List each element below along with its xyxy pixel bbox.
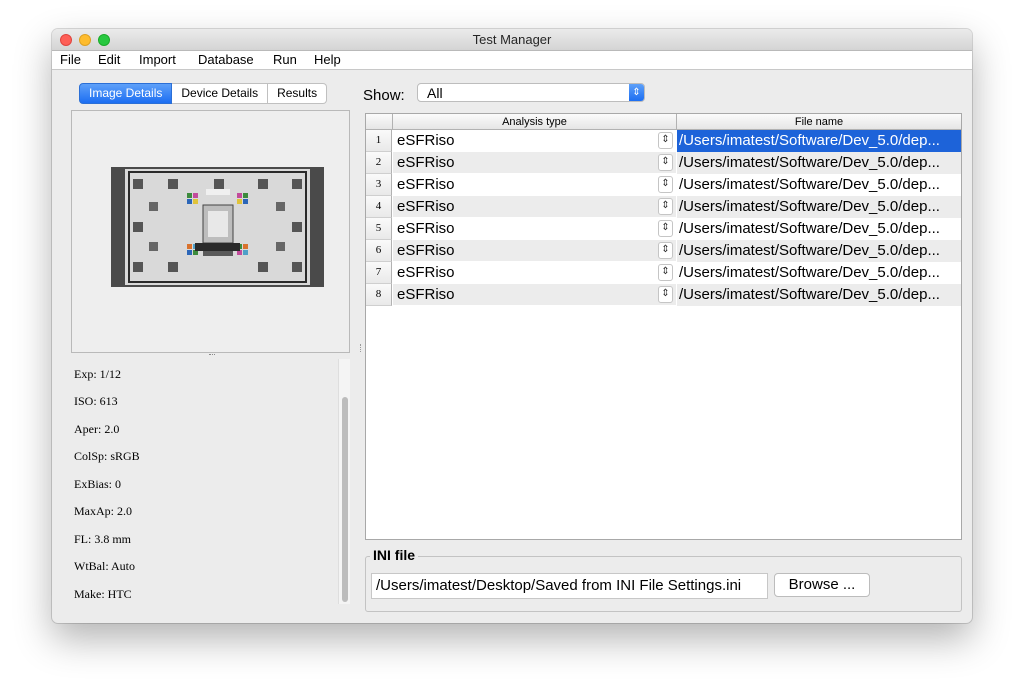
row-number[interactable]: 6 — [366, 240, 392, 262]
show-filter-value: All — [427, 85, 443, 101]
ini-file-group: INI file /Users/imatest/Desktop/Saved fr… — [365, 547, 962, 612]
file-name-cell[interactable]: /Users/imatest/Software/Dev_5.0/dep... — [677, 284, 961, 306]
file-name-value: /Users/imatest/Software/Dev_5.0/dep... — [679, 220, 940, 237]
menu-bar: File Edit Import Database Run Help — [52, 51, 972, 70]
analysis-table: Analysis type File name 1 eSFRiso ⇕ /Users/… — [365, 113, 962, 540]
row-number[interactable]: 5 — [366, 218, 392, 240]
menu-edit[interactable]: Edit — [98, 52, 120, 67]
row-number-header — [366, 114, 393, 130]
show-filter-select[interactable]: All ⇕ — [417, 83, 645, 102]
tab-device-details[interactable]: Device Details — [172, 83, 269, 104]
detail-iso: ISO: 613 — [74, 394, 118, 408]
menu-database[interactable]: Database — [198, 52, 254, 67]
chevron-up-down-icon[interactable]: ⇕ — [658, 242, 673, 259]
row-number[interactable]: 7 — [366, 262, 392, 284]
analysis-type-value: eSFRiso — [397, 220, 455, 237]
analysis-type-value: eSFRiso — [397, 242, 455, 259]
chevron-up-down-icon[interactable]: ⇕ — [658, 132, 673, 149]
file-name-cell[interactable]: /Users/imatest/Software/Dev_5.0/dep... — [677, 130, 961, 152]
file-name-value: /Users/imatest/Software/Dev_5.0/dep... — [679, 176, 940, 193]
chevron-up-down-icon[interactable]: ⇕ — [658, 176, 673, 193]
detail-make: Make: HTC — [74, 587, 132, 601]
browse-button[interactable]: Browse ... — [774, 573, 870, 597]
column-header-file-name[interactable]: File name — [677, 114, 961, 130]
file-name-value: /Users/imatest/Software/Dev_5.0/dep... — [679, 264, 940, 281]
analysis-type-cell[interactable]: eSFRiso ⇕ — [393, 174, 676, 196]
analysis-type-value: eSFRiso — [397, 154, 455, 171]
row-number[interactable]: 4 — [366, 196, 392, 218]
row-number[interactable]: 2 — [366, 152, 392, 174]
tab-results[interactable]: Results — [268, 83, 328, 104]
ini-file-title: INI file — [370, 547, 419, 563]
analysis-type-cell[interactable]: eSFRiso ⇕ — [393, 284, 676, 306]
file-name-value: /Users/imatest/Software/Dev_5.0/dep... — [679, 154, 940, 171]
analysis-type-value: eSFRiso — [397, 286, 455, 303]
details-scroll-thumb[interactable] — [342, 397, 348, 602]
detail-max-aperture: MaxAp: 2.0 — [74, 504, 132, 518]
image-details-list: Exp: 1/12 ISO: 613 Aper: 2.0 ColSp: sRGB… — [71, 359, 336, 604]
test-chart-thumbnail — [111, 167, 324, 287]
chevron-up-down-icon: ⇕ — [629, 84, 644, 101]
file-name-value: /Users/imatest/Software/Dev_5.0/dep... — [679, 198, 940, 215]
title-bar: Test Manager — [52, 29, 972, 51]
menu-help[interactable]: Help — [314, 52, 341, 67]
analysis-type-cell[interactable]: eSFRiso ⇕ — [393, 262, 676, 284]
chevron-up-down-icon[interactable]: ⇕ — [658, 220, 673, 237]
column-header-analysis-type[interactable]: Analysis type — [393, 114, 677, 130]
menu-import[interactable]: Import — [139, 52, 176, 67]
row-number[interactable]: 8 — [366, 284, 392, 306]
analysis-type-cell[interactable]: eSFRiso ⇕ — [393, 196, 676, 218]
menu-file[interactable]: File — [60, 52, 81, 67]
file-name-cell[interactable]: /Users/imatest/Software/Dev_5.0/dep... — [677, 174, 961, 196]
image-preview — [71, 110, 350, 353]
chevron-up-down-icon[interactable]: ⇕ — [658, 198, 673, 215]
splitter-handle[interactable] — [209, 354, 215, 357]
analysis-type-cell[interactable]: eSFRiso ⇕ — [393, 130, 676, 152]
file-name-value: /Users/imatest/Software/Dev_5.0/dep... — [679, 242, 940, 259]
analysis-type-value: eSFRiso — [397, 176, 455, 193]
left-panel: Image Details Device Details Results Exp… — [69, 80, 352, 606]
row-number[interactable]: 3 — [366, 174, 392, 196]
file-name-cell[interactable]: /Users/imatest/Software/Dev_5.0/dep... — [677, 152, 961, 174]
detail-aperture: Aper: 2.0 — [74, 422, 120, 436]
chevron-up-down-icon[interactable]: ⇕ — [658, 154, 673, 171]
chevron-up-down-icon[interactable]: ⇕ — [658, 286, 673, 303]
row-number[interactable]: 1 — [366, 130, 392, 152]
show-label: Show: — [363, 87, 405, 104]
window-title: Test Manager — [472, 32, 552, 47]
file-name-cell[interactable]: /Users/imatest/Software/Dev_5.0/dep... — [677, 196, 961, 218]
analysis-type-cell[interactable]: eSFRiso ⇕ — [393, 152, 676, 174]
analysis-type-cell[interactable]: eSFRiso ⇕ — [393, 240, 676, 262]
detail-focal-length: FL: 3.8 mm — [74, 532, 132, 546]
file-name-value: /Users/imatest/Software/Dev_5.0/dep... — [679, 286, 940, 303]
test-manager-window: Test Manager File Edit Import Database R… — [52, 29, 972, 623]
file-name-cell[interactable]: /Users/imatest/Software/Dev_5.0/dep... — [677, 262, 961, 284]
analysis-type-value: eSFRiso — [397, 264, 455, 281]
detail-exposure-bias: ExBias: 0 — [74, 477, 121, 491]
file-name-value: /Users/imatest/Software/Dev_5.0/dep... — [679, 132, 940, 149]
analysis-type-cell[interactable]: eSFRiso ⇕ — [393, 218, 676, 240]
file-name-cell[interactable]: /Users/imatest/Software/Dev_5.0/dep... — [677, 240, 961, 262]
file-name-cell[interactable]: /Users/imatest/Software/Dev_5.0/dep... — [677, 218, 961, 240]
vertical-splitter[interactable] — [360, 344, 363, 352]
ini-path-field[interactable]: /Users/imatest/Desktop/Saved from INI Fi… — [371, 573, 768, 599]
details-scrollbar[interactable] — [338, 359, 350, 604]
detail-white-balance: WtBal: Auto — [74, 559, 135, 573]
analysis-type-value: eSFRiso — [397, 198, 455, 215]
detail-colorspace: ColSp: sRGB — [74, 449, 140, 463]
tab-image-details[interactable]: Image Details — [79, 83, 173, 104]
chevron-up-down-icon[interactable]: ⇕ — [658, 264, 673, 281]
details-tabs: Image Details Device Details Results — [79, 83, 328, 104]
menu-run[interactable]: Run — [273, 52, 297, 67]
detail-exposure: Exp: 1/12 — [74, 367, 121, 381]
analysis-type-value: eSFRiso — [397, 132, 455, 149]
